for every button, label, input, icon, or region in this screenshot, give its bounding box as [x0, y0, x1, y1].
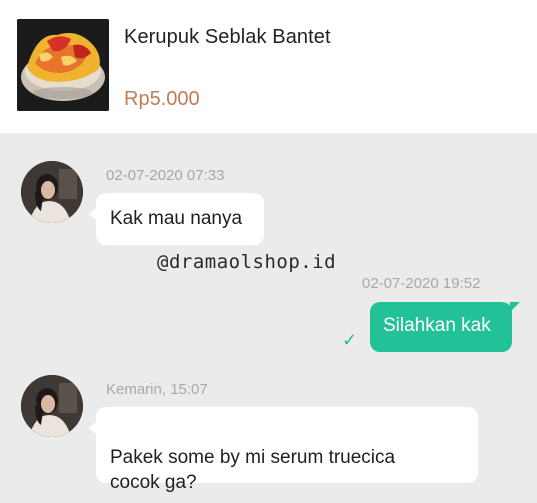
message-timestamp: 02-07-2020 07:33 — [106, 167, 225, 184]
outgoing-message-bubble[interactable]: Silahkan kak — [370, 302, 520, 352]
avatar[interactable] — [21, 161, 83, 223]
product-price: Rp5.000 — [124, 88, 200, 110]
message-text: Pakek some by mi serum truecica cocok ga… — [110, 447, 396, 493]
product-thumbnail[interactable] — [17, 19, 109, 111]
watermark-text: @dramaolshop.id — [157, 251, 337, 273]
message-text: Kak mau nanya — [110, 208, 243, 229]
food-bowl-image — [17, 19, 109, 111]
incoming-message-bubble[interactable]: Pakek some by mi serum truecica cocok ga… — [89, 407, 478, 493]
incoming-message-bubble[interactable]: Kak mau nanya — [89, 193, 264, 245]
avatar[interactable] — [21, 375, 83, 437]
product-card[interactable]: Kerupuk Seblak Bantet Rp5.000 — [0, 0, 537, 133]
check-icon: ✓ — [342, 330, 358, 350]
user-photo-icon — [21, 161, 83, 223]
message-text: Silahkan kak — [383, 315, 491, 336]
message-timestamp: Kemarin, 15:07 — [106, 381, 208, 398]
user-photo-icon — [21, 375, 83, 437]
product-name[interactable]: Kerupuk Seblak Bantet — [124, 26, 331, 49]
message-timestamp: 02-07-2020 19:52 — [362, 275, 481, 292]
